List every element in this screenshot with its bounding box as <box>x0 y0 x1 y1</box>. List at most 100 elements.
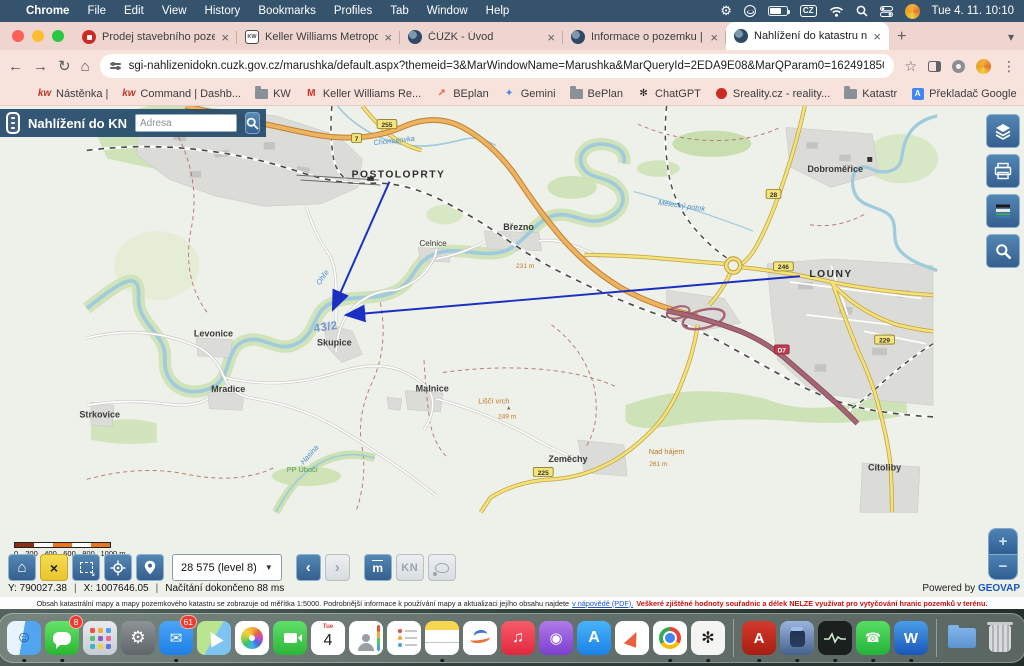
close-window-button[interactable] <box>12 30 24 42</box>
bookmark-star-icon[interactable]: ☆ <box>904 58 917 75</box>
menu-item-history[interactable]: History <box>205 5 241 17</box>
menu-item-chrome[interactable]: Chrome <box>26 5 69 17</box>
side-panel-icon[interactable] <box>928 61 941 72</box>
tab-close-icon[interactable]: × <box>547 31 555 44</box>
bookmark-item[interactable]: Sreality.cz - reality... <box>715 87 830 100</box>
bookmark-item[interactable]: APřekladač Google <box>911 87 1016 100</box>
dock-item-music[interactable]: ♫ <box>500 616 536 660</box>
bookmark-item[interactable]: ↗BEplan <box>435 87 488 100</box>
home-extent-button[interactable]: ⌂ <box>8 554 36 581</box>
site-settings-icon[interactable] <box>110 63 121 69</box>
lasso-select-button[interactable] <box>428 554 456 581</box>
tab-close-icon[interactable]: × <box>384 31 392 44</box>
dock-item-acrobat[interactable]: A <box>741 616 777 660</box>
zoom-out-button[interactable]: − <box>989 555 1017 580</box>
dock-item-app-store[interactable]: A <box>576 616 612 660</box>
layers-button[interactable] <box>986 114 1020 148</box>
back-button[interactable]: ← <box>8 58 23 75</box>
reload-button[interactable]: ↻ <box>58 57 71 75</box>
settings-status-icon[interactable]: ⚙ <box>720 3 732 19</box>
bookmark-item[interactable]: MKeller Williams Re... <box>305 87 421 100</box>
browser-tab[interactable]: Informace o pozemku | Nahlíž× <box>563 24 726 50</box>
print-button[interactable] <box>986 154 1020 188</box>
maximize-window-button[interactable] <box>52 30 64 42</box>
dock-item-origami-app[interactable] <box>614 616 650 660</box>
dock-item-mail[interactable]: ✉61 <box>158 616 194 660</box>
dock-item-finder[interactable]: ☺ <box>6 616 42 660</box>
menu-item-window[interactable]: Window <box>427 5 468 17</box>
menu-item-profiles[interactable]: Profiles <box>334 5 372 17</box>
chrome-menu-icon[interactable]: ⋮ <box>1002 58 1016 75</box>
minimize-window-button[interactable] <box>32 30 44 42</box>
dock-item-downloads-folder[interactable] <box>944 616 980 660</box>
profile-avatar[interactable] <box>976 59 991 74</box>
spotlight-icon[interactable] <box>856 5 868 17</box>
tab-search-chevron-icon[interactable]: ▾ <box>1008 30 1014 44</box>
menu-item-bookmarks[interactable]: Bookmarks <box>258 5 316 17</box>
center-target-button[interactable] <box>104 554 132 581</box>
next-view-button[interactable]: › <box>325 554 350 581</box>
dock-item-notes[interactable]: ——— <box>424 616 460 660</box>
menu-clock[interactable]: Tue 4. 11. 10:10 <box>932 5 1014 17</box>
zoom-in-button[interactable]: + <box>989 529 1017 555</box>
dock-item-whatsapp[interactable]: ☎ <box>855 616 891 660</box>
bookmark-item[interactable]: kwCommand | Dashb... <box>122 87 241 100</box>
menu-item-help[interactable]: Help <box>486 5 510 17</box>
measure-button[interactable]: m <box>364 554 392 581</box>
url-text[interactable]: sgi-nahlizenidokn.cuzk.gov.cz/marushka/d… <box>129 60 885 72</box>
dock-item-heartbeat-app[interactable] <box>817 616 853 660</box>
bookmark-item[interactable]: kwNástěnka | <box>38 87 108 100</box>
bookmark-item[interactable]: ✦Gemini <box>503 87 556 100</box>
control-center-icon[interactable] <box>880 6 893 17</box>
kn-info-button[interactable]: KN <box>396 554 424 581</box>
bookmark-item[interactable]: KW <box>255 87 291 100</box>
wifi-icon[interactable] <box>829 6 844 17</box>
dock-item-utility-app[interactable] <box>779 616 815 660</box>
dock-item-freeform[interactable] <box>462 616 498 660</box>
creative-cloud-icon[interactable] <box>744 5 756 17</box>
new-tab-button[interactable]: + <box>889 28 916 50</box>
keyboard-layout-icon[interactable]: CZ <box>800 5 817 17</box>
bookmark-item[interactable]: BePlan <box>570 87 623 100</box>
menu-item-tab[interactable]: Tab <box>390 5 409 17</box>
dock-item-chrome[interactable] <box>652 616 688 660</box>
chrome-profile-status-icon[interactable] <box>905 4 920 19</box>
zoom-rectangle-button[interactable] <box>72 554 100 581</box>
address-search-input[interactable] <box>135 114 237 132</box>
dock-item-word[interactable]: W <box>893 616 929 660</box>
hamburger-menu-icon[interactable] <box>6 112 20 134</box>
previous-view-button[interactable]: ‹ <box>296 554 321 581</box>
browser-tab[interactable]: ČÚZK - Úvod× <box>400 24 563 50</box>
home-button[interactable]: ⌂ <box>81 58 90 75</box>
dock-item-chatgpt[interactable]: ✻ <box>690 616 726 660</box>
extension-icon[interactable] <box>952 60 965 73</box>
battery-icon[interactable] <box>768 6 788 16</box>
help-pdf-link[interactable]: v nápovědě (PDF). <box>572 599 633 608</box>
dock-item-trash[interactable] <box>982 616 1018 660</box>
map-search-button[interactable] <box>986 234 1020 268</box>
bookmark-item[interactable]: Katastr <box>844 87 897 100</box>
dock-item-system-settings[interactable]: ⚙ <box>120 616 156 660</box>
cancel-selection-button[interactable]: × <box>40 554 68 581</box>
scale-level-dropdown[interactable]: 28 575 (level 8) ▼ <box>172 554 282 581</box>
menu-item-file[interactable]: File <box>87 5 106 17</box>
browser-tab[interactable]: Nahlížení do katastru nemovi× <box>726 22 889 50</box>
dock-item-photos[interactable] <box>234 616 270 660</box>
tab-close-icon[interactable]: × <box>873 30 881 43</box>
menu-item-view[interactable]: View <box>162 5 187 17</box>
dock-item-messages[interactable]: 8 <box>44 616 80 660</box>
tab-close-icon[interactable]: × <box>221 31 229 44</box>
tab-close-icon[interactable]: × <box>710 31 718 44</box>
address-search-button[interactable] <box>245 112 260 134</box>
forward-button[interactable]: → <box>33 58 48 75</box>
dock-item-calendar[interactable]: Tue4 <box>310 616 346 660</box>
bookmark-item[interactable]: ✻ChatGPT <box>637 87 701 100</box>
browser-tab[interactable]: Prodej stavebního pozemku 3× <box>74 24 237 50</box>
dock-item-reminders[interactable] <box>386 616 422 660</box>
dock-item-facetime[interactable] <box>272 616 308 660</box>
base-map[interactable]: 255728246229225D7 POSTOLOPRTYLOUNYDobrom… <box>0 106 1024 597</box>
menu-item-edit[interactable]: Edit <box>124 5 144 17</box>
legend-button[interactable] <box>986 194 1020 228</box>
dock-item-maps[interactable] <box>196 616 232 660</box>
dock-item-podcasts[interactable]: ◉ <box>538 616 574 660</box>
